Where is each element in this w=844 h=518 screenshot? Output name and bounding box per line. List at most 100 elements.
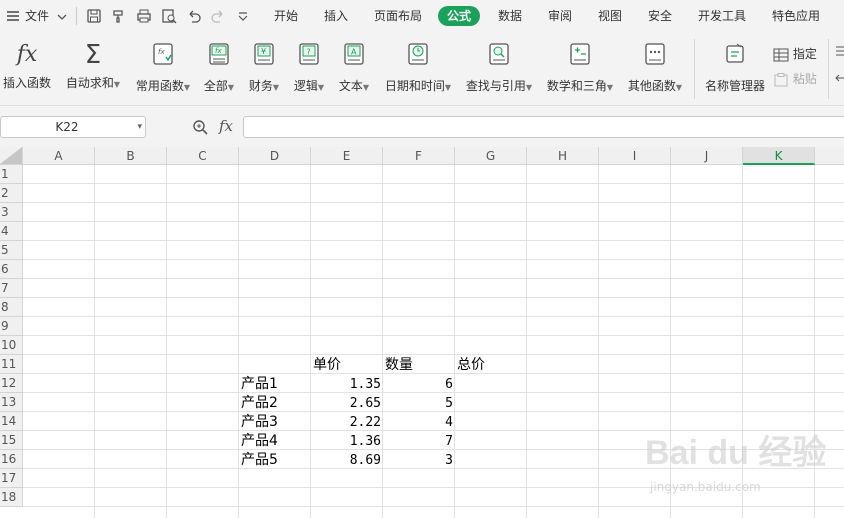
price-cell[interactable]: 1.36 [311, 432, 381, 451]
financial-button[interactable]: ¥ 财务▼ [245, 38, 283, 94]
all-functions-button[interactable]: fx 全部▼ [200, 38, 238, 94]
row-header[interactable]: 10 [0, 336, 23, 355]
tab-formulas[interactable]: 公式 [438, 6, 481, 26]
math-icon [570, 43, 590, 65]
product-name-cell[interactable]: 产品4 [241, 432, 278, 451]
autosum-button[interactable]: Σ 自动求和▼ [62, 38, 124, 91]
dropdown-arrow-icon: ▼ [227, 83, 235, 92]
row-header[interactable]: 2 [0, 184, 23, 203]
fx-label[interactable]: fx [219, 117, 233, 135]
svg-text:¥: ¥ [261, 47, 266, 56]
column-header-b[interactable]: B [95, 147, 167, 165]
product-name-cell[interactable]: 产品1 [241, 375, 278, 394]
define-label: 指定 [792, 47, 817, 61]
column-header-e[interactable]: E [311, 147, 383, 165]
trace-dependents-icon[interactable] [835, 71, 844, 85]
row-header[interactable]: 11 [0, 355, 23, 374]
date-time-button[interactable]: 日期和时间▼ [381, 38, 455, 94]
name-manager-button[interactable]: 名称管理器 [702, 38, 768, 94]
hamburger-menu-icon[interactable] [6, 9, 20, 23]
quantity-cell[interactable]: 4 [383, 413, 453, 432]
product-name-cell[interactable]: 产品5 [241, 451, 278, 470]
tab-special-apps[interactable]: 特色应用 [772, 6, 820, 26]
formula-input[interactable] [243, 116, 844, 138]
tab-insert[interactable]: 插入 [324, 6, 348, 26]
price-cell[interactable]: 2.65 [311, 394, 381, 413]
print-icon[interactable] [136, 8, 152, 24]
product-name-cell[interactable]: 产品3 [241, 413, 278, 432]
tab-page-layout[interactable]: 页面布局 [374, 6, 422, 26]
row-header[interactable]: 16 [0, 450, 23, 469]
save-icon[interactable] [86, 8, 102, 24]
column-header-c[interactable]: C [167, 147, 239, 165]
row-header[interactable]: 14 [0, 412, 23, 431]
column-header-g[interactable]: G [455, 147, 527, 165]
row-header[interactable]: 18 [0, 488, 23, 507]
column-header-d[interactable]: D [239, 147, 311, 165]
row-header[interactable]: 13 [0, 393, 23, 412]
button-label: 自动求和 [65, 76, 114, 90]
row-header[interactable]: 15 [0, 431, 23, 450]
tab-home[interactable]: 开始 [274, 6, 298, 26]
file-menu[interactable]: 文件 [25, 0, 49, 33]
trace-precedents-icon[interactable] [835, 45, 844, 59]
table-grid-icon [773, 48, 789, 61]
button-label: 文本 [338, 79, 363, 93]
price-cell[interactable]: 1.35 [311, 375, 381, 394]
row-header[interactable]: 5 [0, 241, 23, 260]
column-header-k[interactable]: K [743, 147, 815, 165]
quantity-cell[interactable]: 7 [383, 432, 453, 451]
column-header-h[interactable]: H [527, 147, 599, 165]
tab-data[interactable]: 数据 [498, 6, 522, 26]
button-label: 日期和时间 [384, 79, 445, 93]
customize-quick-access-icon[interactable] [237, 11, 249, 23]
quantity-cell[interactable]: 3 [383, 451, 453, 470]
row-header[interactable]: 9 [0, 317, 23, 336]
tab-developer[interactable]: 开发工具 [698, 6, 746, 26]
lookup-icon [489, 43, 509, 65]
quantity-header-cell[interactable]: 数量 [385, 356, 413, 375]
row-header[interactable]: 7 [0, 279, 23, 298]
fx-icon: fx [16, 42, 38, 67]
lookup-reference-button[interactable]: 查找与引用▼ [462, 38, 536, 94]
tab-review[interactable]: 审阅 [548, 6, 572, 26]
quantity-cell[interactable]: 6 [383, 375, 453, 394]
price-cell[interactable]: 8.69 [311, 451, 381, 470]
row-header[interactable]: 6 [0, 260, 23, 279]
total-header-cell[interactable]: 总价 [457, 356, 485, 375]
common-functions-button[interactable]: fx 常用函数▼ [132, 38, 194, 94]
column-header-f[interactable]: F [383, 147, 455, 165]
redo-icon[interactable] [210, 8, 226, 24]
insert-function-button[interactable]: fx 插入函数 [0, 38, 54, 91]
text-functions-button[interactable]: A 文本▼ [335, 38, 373, 94]
name-box[interactable]: K22 ▾ [0, 116, 146, 138]
price-cell[interactable]: 2.22 [311, 413, 381, 432]
undo-icon[interactable] [186, 8, 202, 24]
logical-button[interactable]: ? 逻辑▼ [290, 38, 328, 94]
zoom-magnifier-icon[interactable] [192, 119, 208, 135]
row-header[interactable]: 17 [0, 469, 23, 488]
more-functions-button[interactable]: 其他函数▼ [624, 38, 686, 94]
row-header[interactable]: 12 [0, 374, 23, 393]
quantity-cell[interactable]: 5 [383, 394, 453, 413]
row-header[interactable]: 4 [0, 222, 23, 241]
paste-names-button[interactable]: 粘贴 [773, 70, 817, 88]
define-name-button[interactable]: 指定 [773, 45, 817, 63]
product-name-cell[interactable]: 产品2 [241, 394, 278, 413]
chevron-down-icon[interactable]: ▾ [137, 117, 142, 137]
row-header[interactable]: 1 [0, 165, 23, 184]
column-header-j[interactable]: J [671, 147, 743, 165]
baidu-watermark-logo: Bai du 经验 [645, 434, 827, 472]
column-header-a[interactable]: A [23, 147, 95, 165]
button-label: 查找与引用 [465, 79, 526, 93]
chevron-down-icon[interactable] [57, 12, 67, 22]
math-trig-button[interactable]: 数学和三角▼ [543, 38, 617, 94]
print-preview-icon[interactable] [161, 8, 177, 24]
row-header[interactable]: 3 [0, 203, 23, 222]
row-header[interactable]: 8 [0, 298, 23, 317]
tab-view[interactable]: 视图 [598, 6, 622, 26]
column-header-i[interactable]: I [599, 147, 671, 165]
format-painter-icon[interactable] [111, 8, 127, 24]
tab-security[interactable]: 安全 [648, 6, 672, 26]
price-header-cell[interactable]: 单价 [313, 356, 341, 375]
